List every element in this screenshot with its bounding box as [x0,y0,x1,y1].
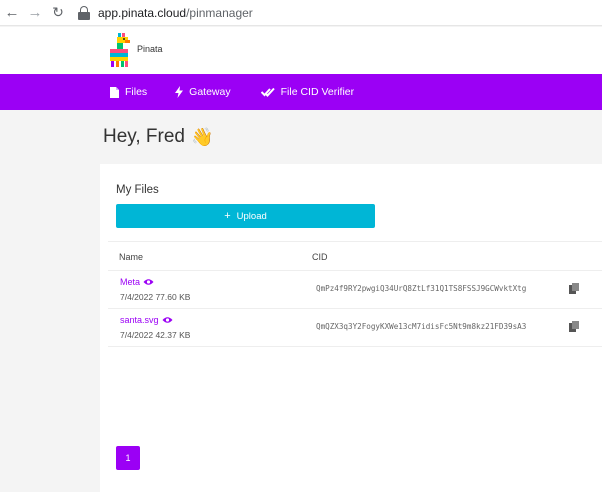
greeting-text: Hey, Fred [103,126,186,147]
back-arrow-icon[interactable]: ← [3,4,21,22]
column-header-name: Name [119,252,144,262]
files-table: Name CID Meta 7/4/2022 77.60 KB QmPz4f9R… [108,241,602,347]
nav-item-files[interactable]: Files [110,74,147,110]
nav-item-gateway[interactable]: Gateway [175,74,231,110]
double-check-icon [260,87,275,97]
column-header-cid: CID [312,252,328,262]
upload-button[interactable]: + Upload [116,204,375,228]
nav-item-label: Gateway [189,86,231,98]
file-cid: QmQZX3q3Y2FogyKXWe13cM7idisFc5Nt9m8kz21F… [316,322,527,331]
plus-icon: + [224,210,231,222]
copy-icon[interactable] [569,283,579,294]
url-path: /pinmanager [186,5,253,20]
waving-hand-icon: 👋 [191,126,214,147]
url-host: app.pinata.cloud [98,5,187,20]
table-header: Name CID [108,241,602,271]
file-meta: 7/4/2022 77.60 KB [120,292,191,302]
upload-label: Upload [236,210,267,222]
forward-arrow-icon[interactable]: → [26,4,44,22]
file-meta: 7/4/2022 42.37 KB [120,330,191,340]
page-title: Hey, Fred 👋 [103,126,213,148]
file-cid: QmPz4f9RY2pwgiQ34UrQ8ZtLf31Q1TS8FSSJ9GCW… [316,284,527,293]
reload-icon[interactable]: ↻ [49,4,67,22]
files-title: My Files [116,184,159,196]
pagination-page-button[interactable]: 1 [116,446,140,470]
main-nav: Files Gateway File CID Verifier [0,74,602,110]
brand-name: Pinata [137,44,163,54]
table-row: santa.svg 7/4/2022 42.37 KB QmQZX3q3Y2Fo… [108,309,602,347]
browser-toolbar: ← → ↻ app.pinata.cloud/pinmanager [0,0,602,26]
pinata-logo-icon[interactable] [108,32,132,70]
nav-item-label: Files [125,86,148,98]
file-name: Meta [120,277,141,287]
nav-item-file-cid-verifier[interactable]: File CID Verifier [260,74,355,110]
eye-icon[interactable] [143,278,154,286]
lock-icon[interactable] [78,5,90,20]
file-name: santa.svg [120,315,159,325]
eye-icon[interactable] [162,316,173,324]
file-icon [110,86,119,98]
files-panel: My Files + Upload Name CID Meta 7/4/2022… [100,164,602,492]
file-name-link[interactable]: santa.svg [120,315,173,325]
app-header: Pinata [0,27,602,74]
address-bar[interactable]: app.pinata.cloud/pinmanager [98,6,253,20]
copy-icon[interactable] [569,321,579,332]
lightning-icon [175,86,184,98]
file-name-link[interactable]: Meta [120,277,154,287]
nav-item-label: File CID Verifier [280,86,355,98]
table-row: Meta 7/4/2022 77.60 KB QmPz4f9RY2pwgiQ34… [108,271,602,309]
